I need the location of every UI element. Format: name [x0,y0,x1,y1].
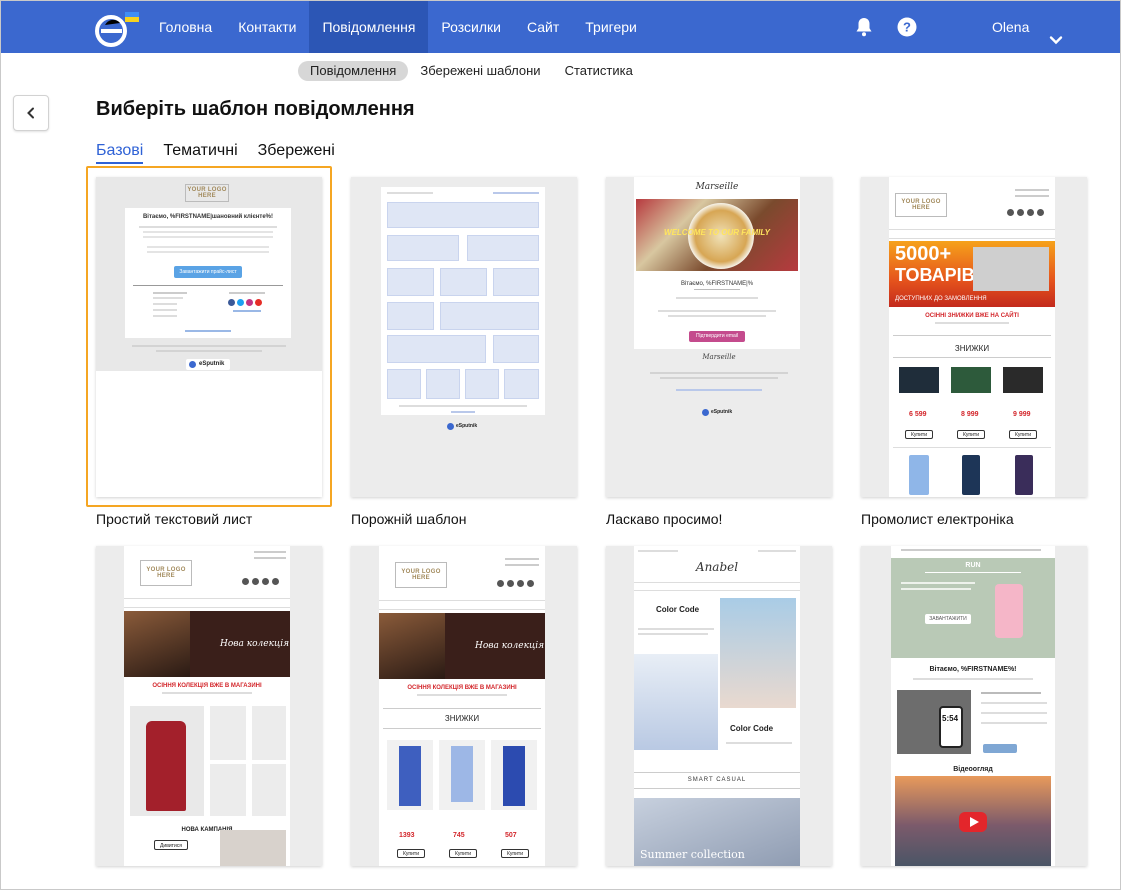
user-menu[interactable]: Olena [992,1,1065,53]
thumb-buy-3: Купити [501,849,529,858]
nav-contacts[interactable]: Контакти [225,1,309,53]
back-button[interactable] [13,95,49,131]
thumb-buy-1: Купити [905,430,933,439]
thumb-logo-text: YOUR LOGO HERE [901,199,941,211]
thumb-buy-3: Купити [1009,430,1037,439]
help-icon[interactable]: ? [895,15,919,39]
template-thumbnail: YOUR LOGO HERE Нова колекція ОСІННЯ КОЛЕ… [96,546,322,866]
thumb-footer-brand: eSputnik [456,423,478,429]
main-nav: Головна Контакти Повідомлення Розсилки С… [146,1,650,53]
thumb-logo-text: YOUR LOGO HERE [187,187,227,199]
template-thumbnail: YOUR LOGO HERE Вітаємо, %FIRSTNAME|шанов… [96,177,322,497]
user-name: Olena [992,19,1030,35]
thumb-greeting: Вітаємо, %FIRSTNAME|% [680,281,754,287]
category-tabs: Базові Тематичні Збережені [96,142,335,164]
thumb-banner-count: 5000+ [895,243,952,265]
template-thumbnail: RUN ЗАВАНТАЖИТИ Вітаємо, %FIRSTNAME%! 5:… [861,546,1087,866]
thumb-logo-text: YOUR LOGO HERE [401,569,441,581]
template-thumbnail: Marseille WELCOME TO OUR FAMILY Вітаємо,… [606,177,832,497]
thumb-summer: Summer collection [640,848,745,861]
thumb-buy-1: Купити [397,849,425,858]
template-thumbnail: eSputnik [351,177,577,497]
thumb-buy-2: Купити [957,430,985,439]
thumb-sale: ОСІННЯ КОЛЕКЦІЯ ВЖЕ В МАГАЗИНІ [407,685,517,691]
thumb-greeting: Вітаємо, %FIRSTNAME|шановний клієнте%! [142,214,274,220]
page-title: Виберіть шаблон повідомлення [96,98,415,120]
subtabs: Повідомлення Збережені шаблони Статистик… [298,61,645,81]
nav-home[interactable]: Головна [146,1,225,53]
top-navigation-bar: Головна Контакти Повідомлення Розсилки С… [1,1,1120,53]
thumb-sale: ОСІННЯ КОЛЕКЦІЯ ВЖЕ В МАГАЗИНІ [152,683,262,689]
subtab-saved-templates[interactable]: Збережені шаблони [408,61,552,81]
thumb-button: Підтвердити email [689,331,745,342]
thumb-heading-2: Color Code [730,724,774,733]
nav-triggers[interactable]: Тригери [572,1,650,53]
thumb-banner-sub: ДОСТУПНИХ ДО ЗАМОВЛЕННЯ [895,296,987,302]
thumb-footer-brand: eSputnik [199,361,225,367]
thumb-brand: Anabel [695,560,739,574]
nav-messages[interactable]: Повідомлення [309,1,429,53]
thumb-banner: Нова колекція [475,641,545,651]
tab-saved[interactable]: Збережені [258,142,335,164]
thumb-banner-goods: ТОВАРІВ [895,265,975,285]
thumb-greeting: Вітаємо, %FIRSTNAME%! [929,666,1017,673]
tab-thematic[interactable]: Тематичні [163,142,237,164]
thumb-price-1: 1393 [399,832,415,839]
thumb-heading-1: Color Code [656,605,700,614]
template-thumbnail: YOUR LOGO HERE Нова колекція ОСІННЯ КОЛЕ… [351,546,577,866]
chevron-down-icon [1047,18,1065,45]
template-thumbnail: Anabel Color Code Color Code SMART CASUA… [606,546,832,866]
thumb-smart-casual: SMART CASUAL [687,777,747,783]
thumb-time: 5:54 [942,714,959,723]
thumb-logo-text: YOUR LOGO HERE [146,567,186,579]
template-thumbnail: YOUR LOGO HERE 5000+ ТОВАРІВ ДОСТУПНИХ Д… [861,177,1087,497]
thumb-run-header: RUN [965,562,981,569]
template-label: Простий текстовий лист [96,511,253,527]
bell-icon[interactable] [852,15,876,39]
thumb-price-3: 507 [505,832,517,839]
thumb-footer-brand: eSputnik [711,409,733,415]
thumb-banner: Нова колекція [220,639,290,649]
chevron-left-icon [27,107,34,119]
nav-campaigns[interactable]: Розсилки [428,1,514,53]
tab-basic[interactable]: Базові [96,142,144,164]
svg-text:?: ? [903,20,911,35]
thumb-button: Завантажити прайс-лист [174,266,242,278]
thumb-sale: ОСІННІ ЗНИЖКИ ВЖЕ НА САЙТІ [925,313,1019,319]
thumb-footer-logo: Marseille [702,353,736,361]
thumb-brand: Marseille [695,182,739,192]
thumb-discounts: ЗНИЖКИ [954,344,990,353]
thumb-discounts: ЗНИЖКИ [444,714,480,723]
thumb-video-title: Відеоогляд [953,766,993,773]
thumb-buy-2: Купити [449,849,477,858]
template-label: Промолист електроніка [861,511,1014,527]
template-label: Порожній шаблон [351,511,467,527]
thumb-banner: WELCOME TO OUR FAMILY [664,228,770,237]
nav-site[interactable]: Сайт [514,1,572,53]
template-label: Ласкаво просимо! [606,511,723,527]
thumb-view-button: Дивитися [154,840,188,850]
thumb-price-2: 745 [453,832,465,839]
thumb-download-button: ЗАВАНТАЖИТИ [925,614,971,624]
subtab-messages[interactable]: Повідомлення [298,61,409,81]
subtab-statistics[interactable]: Статистика [553,61,645,81]
esputnik-logo[interactable] [95,9,143,49]
